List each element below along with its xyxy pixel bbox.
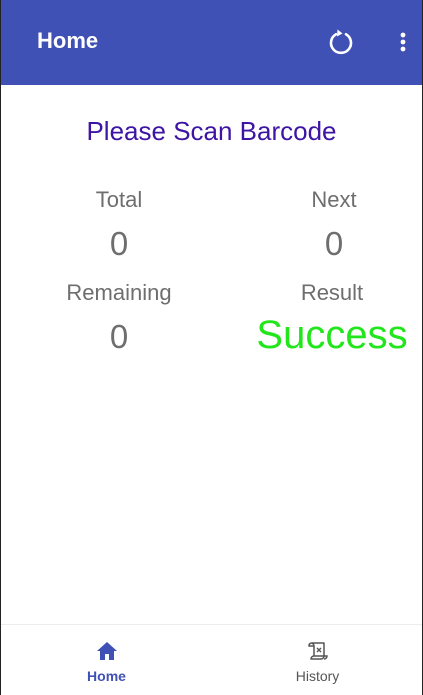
stat-next: Next 0 xyxy=(254,186,414,264)
home-icon xyxy=(96,639,118,663)
stat-remaining-label: Remaining xyxy=(66,280,172,305)
stat-remaining-value: 0 xyxy=(109,318,129,355)
nav-item-home-label: Home xyxy=(87,668,126,684)
stat-result-label: Result xyxy=(300,280,364,305)
history-scroll-icon xyxy=(307,639,329,663)
stat-next-value: 0 xyxy=(324,225,344,262)
more-vert-icon xyxy=(400,32,406,52)
refresh-button[interactable] xyxy=(323,24,359,60)
stat-total: Total 0 xyxy=(39,186,199,264)
stat-total-value: 0 xyxy=(109,225,129,262)
app-bar: Home xyxy=(1,0,422,85)
nav-item-history[interactable]: History xyxy=(212,625,422,695)
stat-next-label: Next xyxy=(311,187,357,212)
nav-item-history-label: History xyxy=(295,668,340,684)
app-bar-title: Home xyxy=(37,28,99,53)
nav-item-home[interactable]: Home xyxy=(1,625,212,695)
bottom-navigation: Home History xyxy=(1,624,422,695)
scan-prompt-heading: Please Scan Barcode xyxy=(86,116,337,146)
stat-result-value: Success xyxy=(256,313,408,357)
refresh-icon xyxy=(329,29,353,55)
stat-total-label: Total xyxy=(95,187,143,212)
stat-remaining: Remaining 0 xyxy=(39,279,199,357)
app-screen: Home Please Scan Barcode Total 0 Next 0 … xyxy=(0,0,423,695)
stat-result: Result Success xyxy=(243,279,421,359)
more-options-button[interactable] xyxy=(389,24,417,60)
